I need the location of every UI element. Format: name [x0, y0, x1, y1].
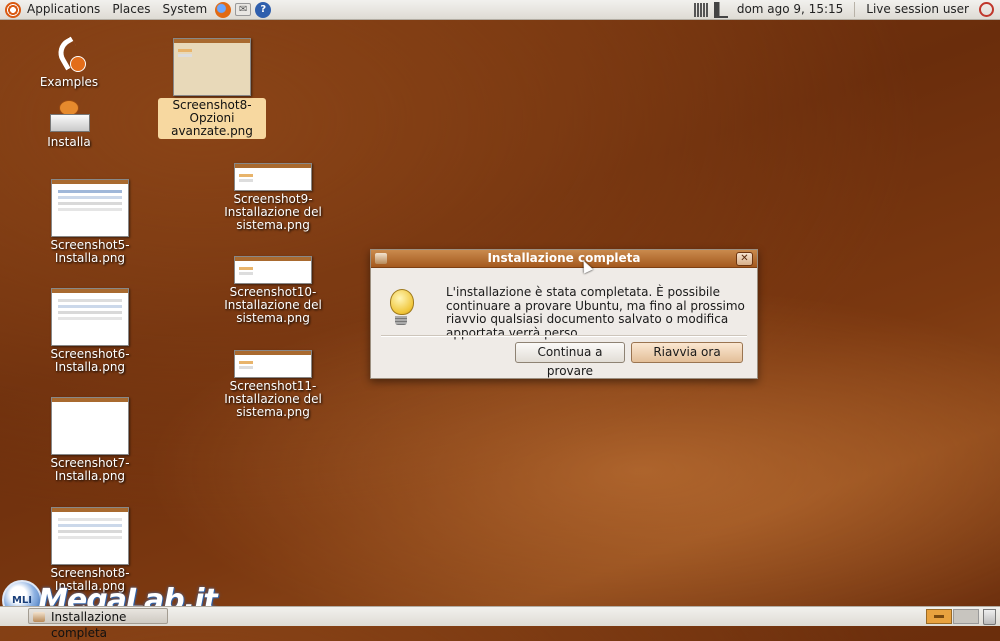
dialog-title: Installazione completa	[487, 251, 641, 265]
image-thumbnail	[234, 256, 312, 284]
user-menu[interactable]: Live session user	[860, 0, 975, 19]
desktop-icon-label: Installa	[47, 135, 91, 149]
system-tray: dom ago 9, 15:15 Live session user	[691, 0, 1000, 19]
ubuntu-logo-icon[interactable]	[5, 1, 21, 18]
network-icon[interactable]	[693, 2, 708, 17]
workspace-2[interactable]	[953, 609, 979, 624]
close-icon[interactable]: ✕	[736, 252, 753, 266]
desktop-icon-screenshot6[interactable]: Screenshot6-Installa.png	[35, 288, 145, 374]
taskbar-window-label: Installazione completa	[51, 610, 127, 640]
image-thumbnail	[51, 288, 129, 346]
desktop-icon-label: Screenshot8-Opzioni avanzate.png	[158, 98, 266, 139]
desktop-icon-label: Screenshot5-Installa.png	[50, 238, 130, 265]
restart-now-button[interactable]: Riavvia ora	[631, 342, 743, 363]
menu-applications[interactable]: Applications	[21, 0, 106, 19]
dialog-message: L'installazione è stata completata. È po…	[446, 285, 745, 340]
install-complete-dialog: Installazione completa ✕ L'installazione…	[370, 249, 758, 379]
installer-window-icon	[375, 253, 387, 264]
workspace-1[interactable]	[926, 609, 952, 624]
top-panel: Applications Places System ✉ ? dom ago 9…	[0, 0, 1000, 20]
desktop-icon-label: Screenshot11-Installazione del sistema.p…	[224, 379, 322, 419]
image-thumbnail	[234, 350, 312, 378]
taskbar-window-button[interactable]: Installazione completa	[28, 608, 168, 640]
installer-icon	[50, 100, 90, 132]
desktop-icon-install[interactable]: Installa	[14, 100, 124, 149]
image-thumbnail	[173, 38, 251, 96]
volume-icon[interactable]	[713, 1, 728, 18]
tray-separator	[854, 2, 856, 17]
dialog-divider	[381, 335, 747, 337]
installer-window-icon	[33, 612, 45, 622]
menu-places[interactable]: Places	[106, 0, 156, 19]
desktop-icon-label: Screenshot6-Installa.png	[50, 347, 130, 374]
desktop-icon-screenshot10[interactable]: Screenshot10-Installazione del sistema.p…	[218, 256, 328, 325]
desktop-icon-label: Screenshot10-Installazione del sistema.p…	[224, 285, 322, 325]
desktop-icon-label: Examples	[39, 75, 99, 89]
desktop-icon-screenshot7[interactable]: Screenshot7-Installa.png	[35, 397, 145, 483]
desktop-icon-screenshot5[interactable]: Screenshot5-Installa.png	[35, 179, 145, 265]
menu-system[interactable]: System	[156, 0, 213, 19]
image-thumbnail	[51, 179, 129, 237]
mail-icon[interactable]: ✉	[235, 3, 252, 16]
dialog-titlebar[interactable]: Installazione completa ✕	[371, 250, 757, 268]
firefox-icon[interactable]	[215, 1, 232, 18]
desktop-icon-examples[interactable]: Examples	[14, 36, 124, 89]
desktop-icon-screenshot9[interactable]: Screenshot9-Installazione del sistema.pn…	[218, 163, 328, 232]
lightbulb-icon	[390, 289, 414, 325]
image-thumbnail	[51, 397, 129, 455]
power-icon[interactable]	[979, 2, 994, 17]
clock[interactable]: dom ago 9, 15:15	[731, 0, 849, 19]
desktop-icon-label: Screenshot7-Installa.png	[50, 456, 130, 483]
trash-icon[interactable]	[983, 609, 996, 625]
image-thumbnail	[51, 507, 129, 565]
help-icon[interactable]: ?	[255, 1, 272, 18]
desktop-icon-screenshot11[interactable]: Screenshot11-Installazione del sistema.p…	[218, 350, 328, 419]
image-thumbnail	[234, 163, 312, 191]
desktop-icon-label: Screenshot9-Installazione del sistema.pn…	[224, 192, 322, 232]
bottom-panel: Installazione completa	[0, 606, 1000, 640]
examples-icon	[52, 36, 86, 72]
continue-testing-button[interactable]: Continua a provare	[515, 342, 625, 378]
desktop-icon-screenshot8-opzioni[interactable]: Screenshot8-Opzioni avanzate.png	[158, 38, 266, 139]
